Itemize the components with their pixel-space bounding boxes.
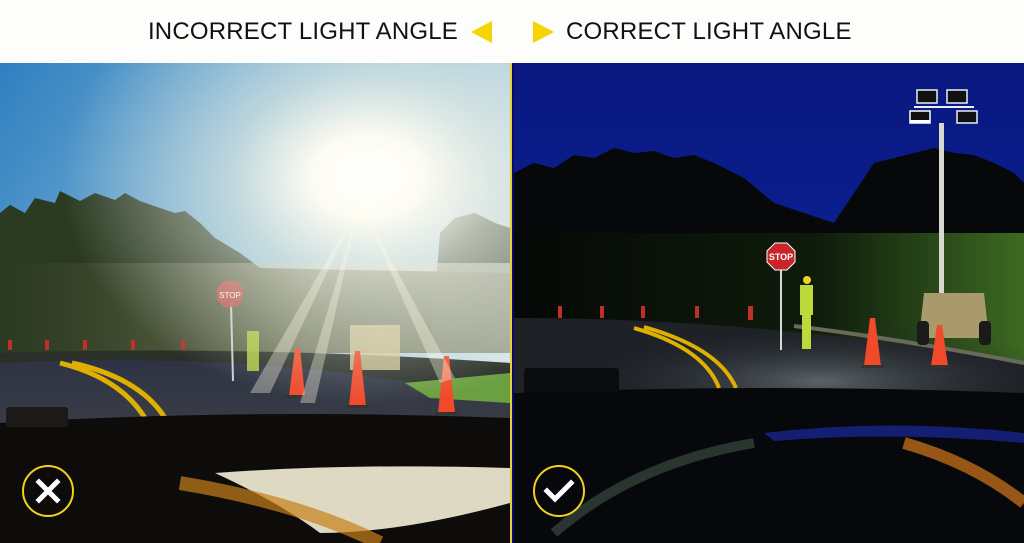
incorrect-angle-photo: STOP — [0, 63, 510, 543]
svg-text:STOP: STOP — [769, 252, 793, 262]
incorrect-light-angle-label: INCORRECT LIGHT ANGLE — [147, 18, 458, 45]
light-tower-trailer — [917, 293, 991, 345]
correct-angle-photo: STOP — [514, 63, 1024, 543]
check-icon — [543, 479, 575, 503]
incorrect-badge — [22, 465, 74, 517]
header: INCORRECT LIGHT ANGLE CORRECT LIGHT ANGL… — [0, 0, 1024, 63]
correct-light-angle-label: CORRECT LIGHT ANGLE — [566, 18, 852, 45]
correct-badge — [533, 465, 585, 517]
triangle-left-icon — [471, 21, 492, 43]
x-icon — [35, 478, 61, 504]
triangle-right-icon — [533, 21, 554, 43]
